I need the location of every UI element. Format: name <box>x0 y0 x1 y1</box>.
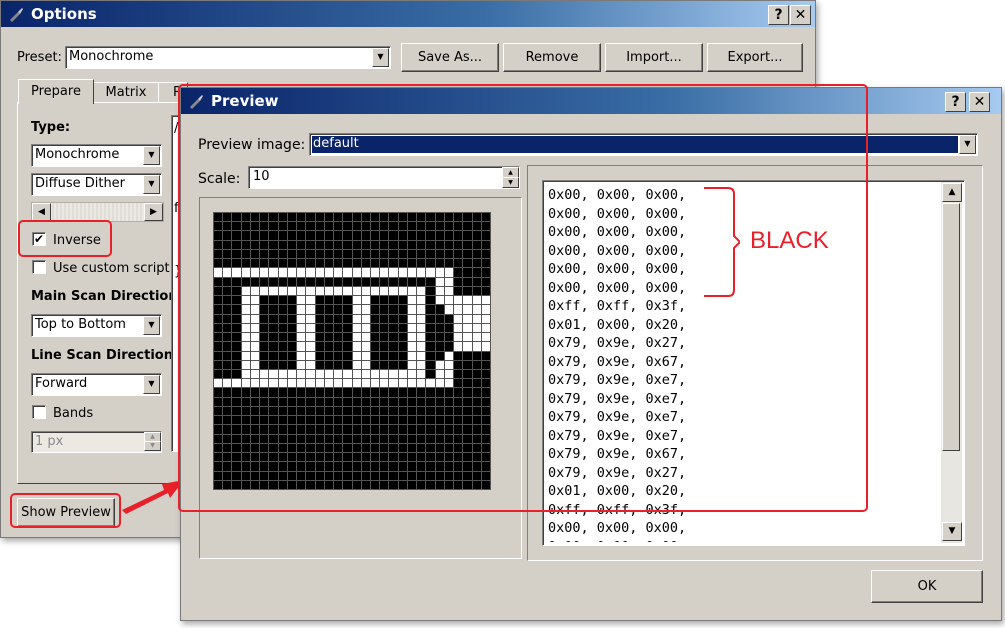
help-button[interactable]: ? <box>945 92 966 112</box>
right-arrow-icon[interactable]: ▶ <box>144 203 163 221</box>
bands-value: 1 px <box>35 434 64 449</box>
brush-icon <box>10 8 23 22</box>
bracket-icon <box>704 187 740 297</box>
dither-select[interactable]: Diffuse Dither ▼ <box>31 173 162 196</box>
left-arrow-icon[interactable]: ◀ <box>32 203 51 221</box>
chevron-down-icon[interactable]: ▼ <box>143 316 160 335</box>
remove-button[interactable]: Remove <box>503 43 601 72</box>
scroll-up-icon[interactable]: ▲ <box>942 183 962 202</box>
type-select[interactable]: Monochrome ▼ <box>31 144 162 167</box>
chevron-down-icon[interactable]: ▼ <box>143 175 160 194</box>
line-scan-value: Forward <box>35 376 88 391</box>
main-scan-label: Main Scan Direction: <box>31 289 183 304</box>
chevron-down-icon[interactable]: ▼ <box>372 48 389 67</box>
custom-script-label: Use custom script <box>53 261 170 276</box>
line-scan-select[interactable]: Forward ▼ <box>31 373 162 396</box>
chevron-down-icon[interactable]: ▼ <box>143 146 160 165</box>
help-button[interactable]: ? <box>768 5 789 25</box>
options-titlebar[interactable]: Options ? ✕ <box>1 1 815 27</box>
main-scan-value: Top to Bottom <box>35 317 126 332</box>
export-button[interactable]: Export... <box>707 43 803 72</box>
import-button[interactable]: Import... <box>605 43 703 72</box>
preview-highlight <box>178 84 868 512</box>
chevron-down-icon[interactable]: ▼ <box>959 135 976 154</box>
line-scan-label: Line Scan Direction: <box>31 348 179 363</box>
code-line: 0x00, 0x00, 0x00, <box>548 520 687 536</box>
custom-script-checkbox[interactable] <box>32 260 46 274</box>
spin-down-icon[interactable]: ▼ <box>144 441 161 451</box>
inverse-highlight <box>18 220 112 257</box>
close-button[interactable]: ✕ <box>969 92 990 112</box>
ok-button[interactable]: OK <box>871 570 983 603</box>
dither-slider[interactable]: ◀ ▶ <box>31 202 164 222</box>
show-preview-highlight <box>10 493 121 528</box>
preset-value: Monochrome <box>69 49 154 64</box>
chevron-down-icon[interactable]: ▼ <box>143 375 160 394</box>
preset-label: Preset: <box>17 50 62 65</box>
bands-spinbox[interactable]: 1 px ▲ ▼ <box>31 431 162 453</box>
tab-matrix[interactable]: Matrix <box>93 82 159 103</box>
dither-value: Diffuse Dither <box>35 176 126 191</box>
save-as-button[interactable]: Save As... <box>401 43 499 72</box>
type-label: Type: <box>31 120 71 135</box>
scroll-down-icon[interactable]: ▼ <box>942 522 962 541</box>
code-line: 0x00, 0x00, 0x00, <box>548 538 938 543</box>
type-value: Monochrome <box>35 147 120 162</box>
scrollbar-thumb[interactable] <box>942 203 960 451</box>
preset-select[interactable]: Monochrome ▼ <box>65 46 391 69</box>
options-title: Options <box>31 5 97 23</box>
bands-label: Bands <box>53 406 94 421</box>
main-scan-select[interactable]: Top to Bottom ▼ <box>31 314 162 337</box>
tab-prepare[interactable]: Prepare <box>18 79 94 104</box>
close-button[interactable]: ✕ <box>790 5 811 25</box>
bands-checkbox[interactable] <box>32 405 46 419</box>
black-annotation: BLACK <box>750 227 829 254</box>
